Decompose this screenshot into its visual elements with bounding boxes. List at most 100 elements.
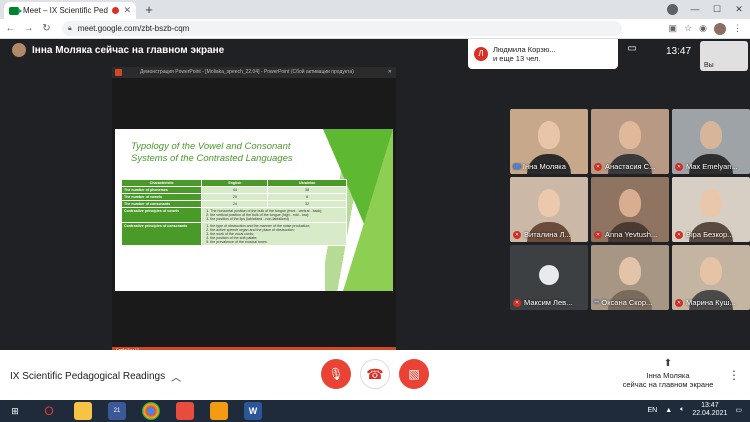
menu-kebab-icon[interactable]: ⋮ [733, 23, 742, 34]
system-tray: EN ▲ 🔈︎ 13:47 22.04.2021 ▭ [647, 402, 742, 419]
participant-tile[interactable]: ✕ Виталина Л... [510, 177, 588, 242]
table-row: Contrastive principles of vowels The hor… [120, 207, 347, 223]
camera-off-icon: ▧ [408, 367, 420, 381]
account-avatar[interactable] [714, 22, 726, 35]
meet-stage: Інна Моляка сейчас на главном экране Л Л… [0, 39, 750, 353]
url-text: meet.google.com/zbt-bszb-cqm [77, 24, 190, 33]
windows-taskbar: ⊞ O 21 W EN ▲ 🔈︎ 13:47 22.04.2021 ▭ [0, 400, 750, 422]
joined-name: Людмила Корзю... [493, 45, 556, 54]
tray-chevron-icon[interactable]: ▲ [665, 407, 672, 414]
end-call-button[interactable]: ☎︎ [360, 359, 390, 389]
table-row: The number of phonemes 44 38 [120, 186, 347, 194]
mic-off-icon: ✕ [594, 162, 602, 171]
speaker-icon[interactable]: 🔈︎ [680, 406, 684, 414]
url-field[interactable]: 🔒︎ meet.google.com/zbt-bszb-cqm [62, 21, 622, 36]
participant-tile[interactable]: ✕ Anna Yevtush... [591, 177, 669, 242]
meet-favicon-icon [9, 6, 22, 15]
camera-indicator-icon[interactable]: ▣ [669, 23, 678, 34]
address-bar: ← → ↻ 🔒︎ meet.google.com/zbt-bszb-cqm ▣ … [0, 19, 750, 39]
forward-icon[interactable]: → [21, 23, 36, 34]
slide-decoration [343, 129, 393, 291]
notifications-icon[interactable]: ▭ [735, 406, 742, 414]
participant-name: Оксана Скор... [601, 298, 653, 307]
mic-off-icon: 🎙︎ [328, 367, 344, 381]
minimize-icon[interactable]: — [684, 0, 706, 19]
participant-name: Виталина Л... [524, 230, 571, 239]
table-row: The number of vowels 20 6 [120, 193, 347, 201]
mic-off-icon: ✕ [675, 230, 683, 239]
app-icon[interactable] [210, 402, 228, 420]
word-icon[interactable]: W [244, 402, 262, 420]
participant-tile[interactable]: ✕ Max Emelyan... [672, 109, 750, 174]
participant-tile[interactable]: ▮▮▮ Інна Моляка [510, 109, 588, 174]
more-options-icon[interactable]: ⋮ [728, 368, 740, 382]
joined-others: и еще 13 чел. [493, 54, 541, 63]
powerpoint-titlebar: Демонстрация PowerPoint - [Moliaka_speec… [112, 67, 396, 78]
participant-name: Анастасия С... [605, 162, 656, 171]
participant-name: Максим Лев... [524, 298, 573, 307]
participant-tile[interactable]: ••• Оксана Скор... [591, 245, 669, 310]
mic-off-icon: ✕ [675, 298, 683, 307]
window-close-icon[interactable]: ✕ [728, 0, 750, 19]
meet-tab[interactable]: Meet – IX Scientific Pedagog ✕ [4, 2, 136, 19]
presenter-text: Інна Моляка сейчас на главном экране [32, 44, 225, 56]
lock-icon: 🔒︎ [68, 24, 72, 32]
windows-start-icon[interactable]: ⊞ [6, 402, 24, 420]
app-icon[interactable] [176, 402, 194, 420]
new-tab-button[interactable]: + [142, 3, 156, 17]
present-status[interactable]: ⬆︎ Інна Моляка сейчас на главном экране [618, 358, 718, 389]
toolbar-right: ▣ ☆ ◉ ⋮ [669, 22, 742, 35]
tab-close-icon[interactable]: ✕ [123, 5, 131, 16]
joined-avatar: Л [474, 47, 488, 61]
window-controls: — ☐ ✕ [684, 0, 750, 19]
slide-title: Typology of the Vowel and Consonant Syst… [131, 141, 293, 164]
participant-tile[interactable]: ✕ Максим Лев... [510, 245, 588, 310]
participant-avatar [539, 265, 559, 285]
participant-tile[interactable]: ✕ Анастасия С... [591, 109, 669, 174]
back-icon[interactable]: ← [3, 23, 18, 34]
meeting-details-button[interactable]: IX Scientific Pedagogical Readings ︿ [10, 369, 181, 384]
language-indicator[interactable]: EN [647, 407, 657, 414]
mic-toggle-button[interactable]: 🎙︎ [321, 359, 351, 389]
calendar-app-icon[interactable]: 21 [108, 402, 126, 420]
participant-name: Інна Моляка [522, 162, 566, 171]
extension-icon[interactable]: ◉ [699, 23, 707, 34]
tab-title: Meet – IX Scientific Pedagog [23, 6, 108, 15]
presentation-slide: Typology of the Vowel and Consonant Syst… [115, 129, 393, 291]
maximize-icon[interactable]: ☐ [706, 0, 728, 19]
shared-screen: Демонстрация PowerPoint - [Moliaka_speec… [112, 67, 396, 353]
participant-name: Марина Куш... [686, 298, 736, 307]
opera-icon[interactable]: O [40, 402, 58, 420]
present-screen-icon: ⬆︎ [663, 358, 673, 369]
top-icons: 👥︎26 ▭ [594, 43, 637, 54]
slide-table: Characteristic English Ukrainian The num… [120, 179, 347, 246]
self-view[interactable]: Вы [700, 41, 748, 71]
profile-icon[interactable] [667, 4, 678, 15]
powerpoint-window-title: Демонстрация PowerPoint - [Moliaka_speec… [140, 69, 354, 75]
bookmark-star-icon[interactable]: ☆ [684, 23, 692, 34]
chat-icon[interactable]: ▭ [627, 43, 636, 54]
reload-icon[interactable]: ↻ [39, 23, 54, 34]
presenter-banner: Інна Моляка сейчас на главном экране [12, 43, 224, 57]
table-header-row: Characteristic English Ukrainian [120, 179, 347, 187]
powerpoint-close-icon: ✕ [387, 69, 392, 75]
talking-indicator-icon: ••• [594, 299, 599, 306]
mic-off-icon: ✕ [513, 230, 521, 239]
participant-tile[interactable]: ✕ Віра Безкор... [672, 177, 750, 242]
camera-toggle-button[interactable]: ▧ [399, 359, 429, 389]
participant-name: Max Emelyan... [686, 162, 738, 171]
hang-up-icon: ☎︎ [366, 365, 384, 382]
powerpoint-logo-icon [115, 69, 122, 76]
system-clock[interactable]: 13:47 22.04.2021 [692, 402, 727, 419]
participant-name: Віра Безкор... [686, 230, 734, 239]
participants-count: 26 [606, 43, 614, 49]
participants-icon[interactable]: 👥︎26 [594, 43, 613, 54]
browser-tab-bar: Meet – IX Scientific Pedagog ✕ + — ☐ ✕ [0, 0, 750, 19]
file-explorer-icon[interactable] [74, 402, 92, 420]
chrome-icon[interactable] [142, 402, 160, 420]
mic-off-icon: ✕ [594, 230, 602, 239]
participant-tile[interactable]: ✕ Марина Куш... [672, 245, 750, 310]
recording-indicator-icon [112, 7, 120, 14]
table-row: Contrastive principles of consonants the… [120, 222, 347, 246]
table-row: The number of consonants 24 32 [120, 200, 347, 208]
